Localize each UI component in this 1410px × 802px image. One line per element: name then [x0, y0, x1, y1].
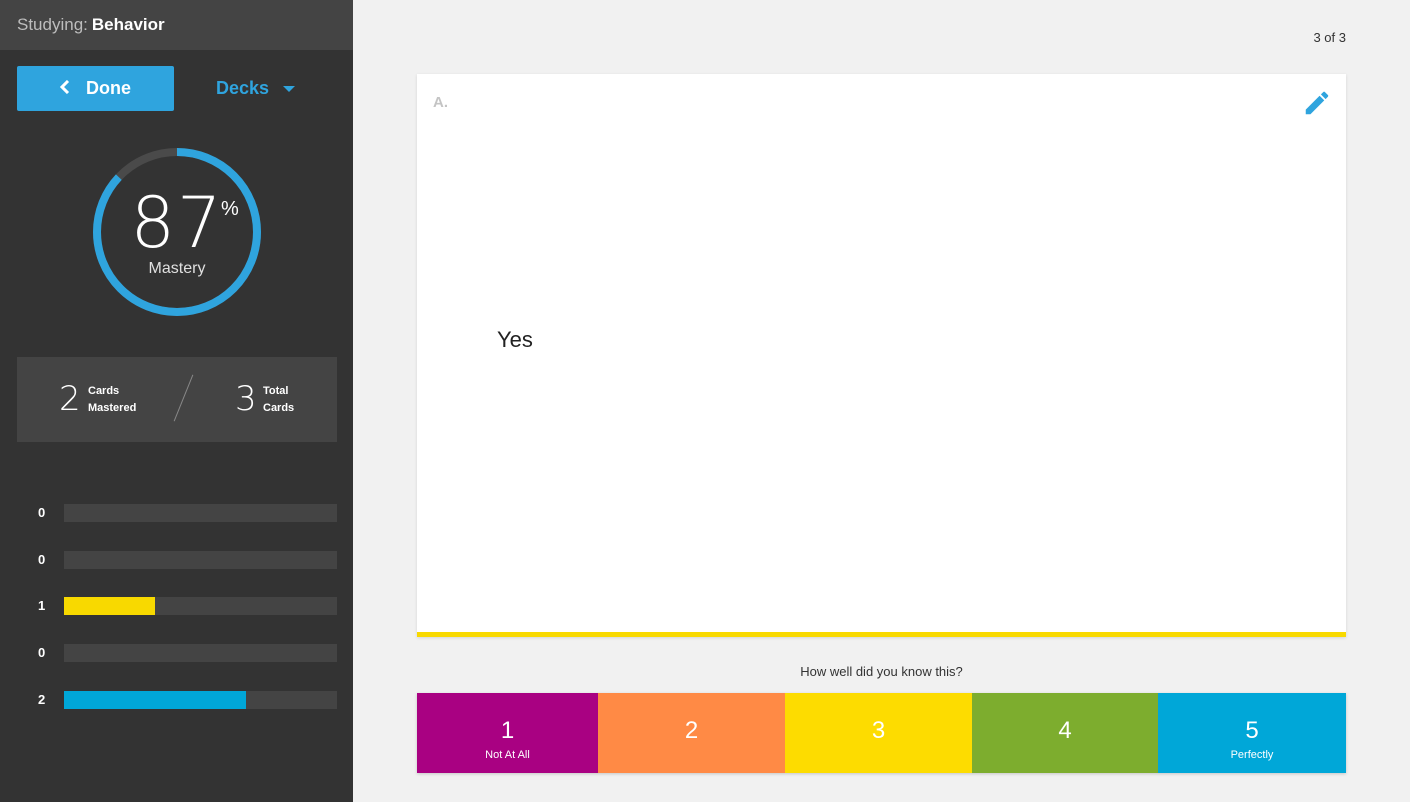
caret-down-icon: [283, 85, 296, 92]
confidence-bar-count: 0: [38, 505, 46, 520]
done-button[interactable]: Done: [17, 66, 174, 111]
decks-dropdown[interactable]: Decks: [216, 66, 296, 111]
studying-label: Studying:: [17, 15, 88, 34]
rating-value: 3: [871, 717, 886, 744]
rating-button-5[interactable]: 5 Perfectly: [1158, 693, 1346, 773]
confidence-bar-track: [64, 691, 337, 709]
rating-caption: Perfectly: [1230, 749, 1274, 761]
mastered-label-line2: Mastered: [88, 402, 137, 414]
confidence-bar-track: [64, 551, 337, 569]
rating-value: 2: [684, 717, 699, 744]
rating-button-3[interactable]: 3: [785, 693, 972, 773]
confidence-bar-count: 2: [38, 692, 46, 707]
confidence-bar-track: [64, 644, 337, 662]
mastered-label-line1: Cards: [88, 385, 120, 397]
confidence-bar-fill: [64, 597, 155, 615]
sidebar-header: Studying: Behavior: [0, 0, 353, 50]
card-counter: 3 of 3: [1313, 30, 1346, 45]
rating-buttons: 1 Not At All 2 3 4 5 Perfectly: [417, 693, 1346, 773]
stats-divider: [173, 374, 194, 422]
confidence-bar-row: 0: [0, 551, 353, 569]
confidence-bar-count: 0: [38, 552, 46, 567]
rating-button-1[interactable]: 1 Not At All: [417, 693, 598, 773]
pencil-icon[interactable]: [1302, 88, 1332, 118]
done-label: Done: [86, 78, 131, 98]
total-count: 3: [235, 379, 257, 419]
decks-label: Decks: [216, 78, 270, 98]
confidence-bar-track: [64, 504, 337, 522]
sidebar: Studying: Behavior Done Decks 87 % Maste…: [0, 0, 353, 802]
confidence-bar-row: 0: [0, 644, 353, 662]
rating-value: 4: [1058, 717, 1072, 744]
confidence-bar-row: 2: [0, 691, 353, 709]
confidence-bar-count: 0: [38, 645, 46, 660]
mastery-value: 87: [130, 182, 224, 264]
mastered-label: Cards Mastered: [88, 383, 136, 417]
total-label-line1: Total: [263, 385, 289, 397]
rating-value: 1: [500, 717, 515, 744]
mastered-count: 2: [59, 379, 81, 419]
confidence-bar-track: [64, 597, 337, 615]
mastery-readout: 87 % Mastery: [91, 146, 263, 318]
card-side-label: A.: [433, 94, 448, 111]
rating-question: How well did you know this?: [800, 664, 963, 679]
card-stats: 2 Cards Mastered 3 Total Cards: [17, 357, 337, 442]
rating-button-2[interactable]: 2: [598, 693, 785, 773]
card-answer-text: Yes: [497, 327, 533, 352]
confidence-bar-fill: [64, 691, 247, 709]
flashcard[interactable]: A. Yes: [417, 74, 1346, 637]
deck-name: Behavior: [91, 15, 165, 34]
total-label: Total Cards: [263, 383, 294, 417]
rating-value: 5: [1245, 717, 1259, 744]
rating-button-4[interactable]: 4: [972, 693, 1158, 773]
confidence-bar-count: 1: [38, 598, 46, 613]
mastery-label: Mastery: [148, 260, 206, 277]
total-label-line2: Cards: [263, 402, 295, 414]
confidence-bar-row: 1: [0, 597, 353, 615]
mastery-percent-sign: %: [221, 198, 239, 220]
rating-caption: Not At All: [485, 749, 530, 761]
chevron-left-icon: [59, 77, 70, 100]
confidence-bar-row: 0: [0, 504, 353, 522]
